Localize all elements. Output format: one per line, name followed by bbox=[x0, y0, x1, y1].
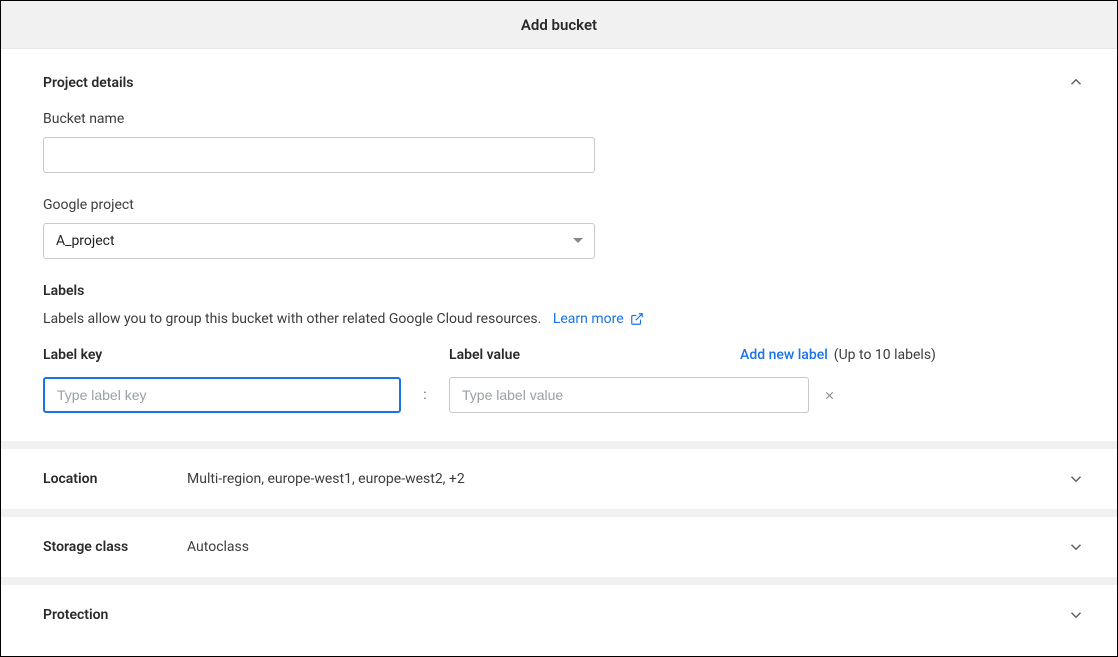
section-separator bbox=[1, 509, 1117, 517]
dialog-title: Add bucket bbox=[521, 16, 597, 34]
google-project-select[interactable]: A_project bbox=[43, 223, 595, 259]
add-label-area: Add new label (Up to 10 labels) bbox=[520, 347, 936, 363]
labels-subsection: Labels Labels allow you to group this bu… bbox=[43, 283, 1075, 413]
label-key-header: Label key bbox=[43, 347, 401, 363]
labels-description: Labels allow you to group this bucket wi… bbox=[43, 311, 1075, 327]
protection-section[interactable]: Protection bbox=[1, 585, 1117, 645]
google-project-field: Google project A_project bbox=[43, 197, 1075, 259]
close-icon bbox=[823, 389, 836, 402]
storage-class-section[interactable]: Storage class Autoclass bbox=[1, 517, 1117, 577]
collapse-project-details-button[interactable] bbox=[1067, 73, 1085, 91]
labels-heading: Labels bbox=[43, 283, 1075, 299]
chevron-down-icon bbox=[1067, 470, 1085, 488]
bucket-name-field: Bucket name bbox=[43, 111, 1075, 173]
location-title: Location bbox=[43, 471, 187, 487]
expand-storage-class-button[interactable] bbox=[1067, 538, 1085, 556]
label-key-column: Label key bbox=[43, 347, 401, 413]
location-section[interactable]: Location Multi-region, europe-west1, eur… bbox=[1, 449, 1117, 509]
bucket-name-label: Bucket name bbox=[43, 111, 1075, 127]
label-value-header: Label value bbox=[449, 347, 520, 363]
remove-label-button[interactable] bbox=[809, 377, 849, 413]
label-separator: : bbox=[401, 377, 449, 413]
google-project-label: Google project bbox=[43, 197, 1075, 213]
project-details-heading: Project details bbox=[43, 75, 1075, 91]
chevron-down-icon bbox=[1067, 538, 1085, 556]
chevron-down-icon bbox=[1067, 606, 1085, 624]
project-details-section: Project details Bucket name Google proje… bbox=[1, 49, 1117, 441]
google-project-value: A_project bbox=[56, 233, 115, 249]
add-new-label-button[interactable]: Add new label bbox=[740, 347, 828, 363]
section-separator bbox=[1, 577, 1117, 585]
external-link-icon bbox=[630, 312, 644, 326]
chevron-up-icon bbox=[1067, 73, 1085, 91]
storage-class-summary: Autoclass bbox=[187, 539, 249, 555]
max-labels-hint: (Up to 10 labels) bbox=[834, 347, 936, 363]
protection-title: Protection bbox=[43, 607, 187, 623]
dialog-header: Add bucket bbox=[1, 1, 1117, 49]
bucket-name-input[interactable] bbox=[43, 137, 595, 173]
location-summary: Multi-region, europe-west1, europe-west2… bbox=[187, 471, 465, 487]
expand-protection-button[interactable] bbox=[1067, 606, 1085, 624]
project-details-panel: Project details Bucket name Google proje… bbox=[1, 49, 1117, 441]
expand-location-button[interactable] bbox=[1067, 470, 1085, 488]
learn-more-link[interactable]: Learn more bbox=[553, 311, 644, 327]
label-key-input[interactable] bbox=[43, 377, 401, 413]
label-value-input[interactable] bbox=[449, 377, 809, 413]
labels-row: Label key : Label value Add new label (U… bbox=[43, 347, 1075, 413]
section-separator bbox=[1, 441, 1117, 449]
label-value-column: Label value Add new label (Up to 10 labe… bbox=[449, 347, 936, 413]
storage-class-title: Storage class bbox=[43, 539, 187, 555]
